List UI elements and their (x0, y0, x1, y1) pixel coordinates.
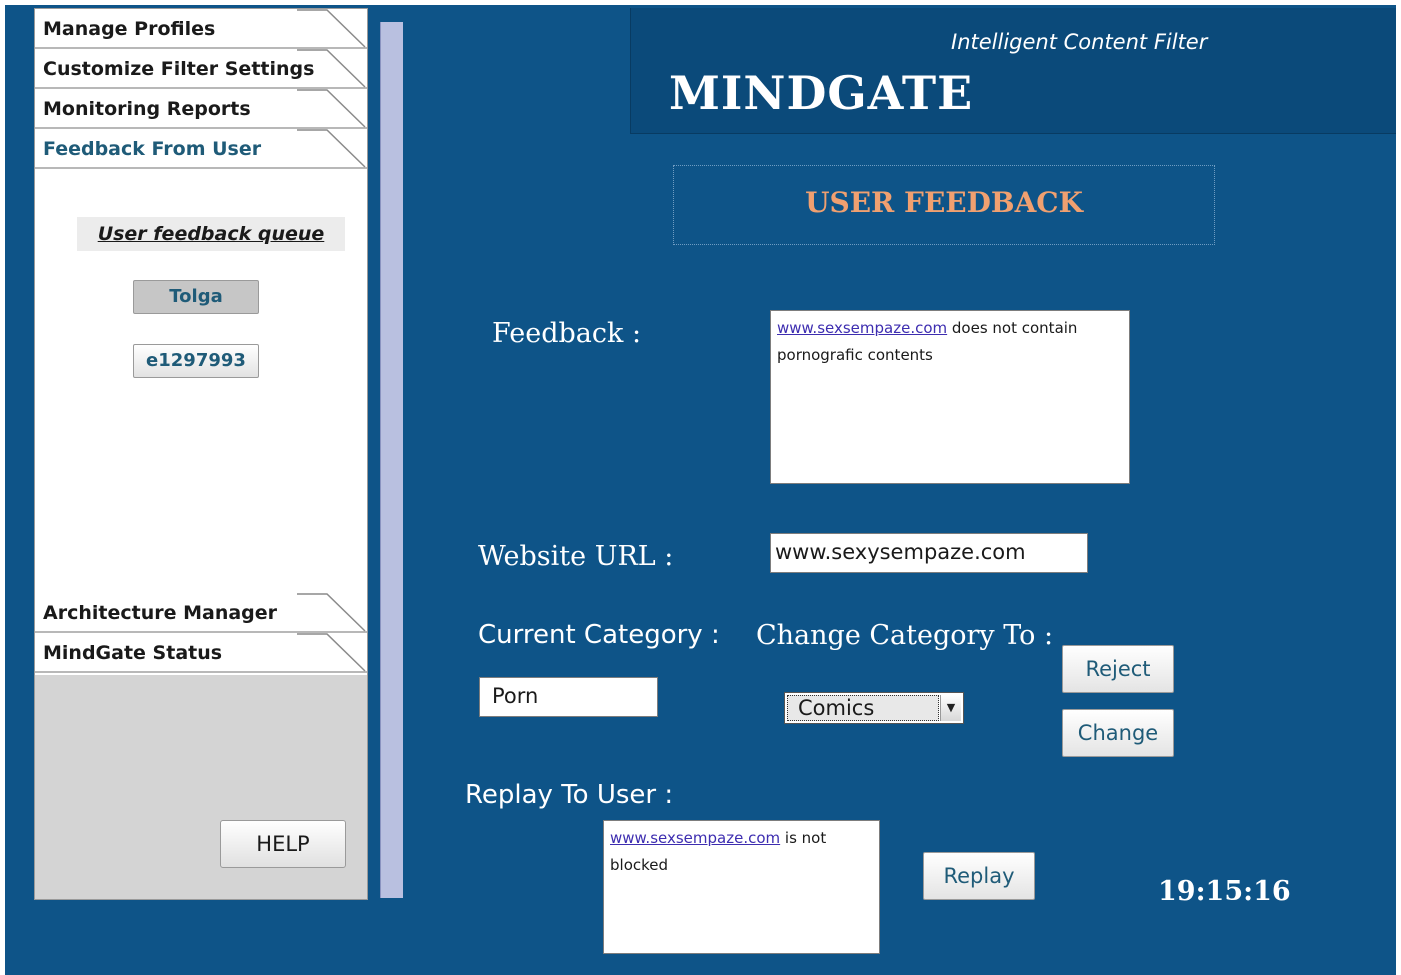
reply-url-link[interactable]: www.sexsempaze.com (610, 829, 780, 847)
tab-corner-icon (297, 633, 366, 672)
tab-monitoring-reports[interactable]: Monitoring Reports (35, 89, 367, 129)
tab-label: Feedback From User (43, 138, 262, 160)
feedback-label: Feedback : (492, 318, 642, 349)
current-category-label: Current Category : (478, 620, 720, 650)
feedback-url-link[interactable]: www.sexsempaze.com (777, 319, 947, 337)
change-button[interactable]: Change (1062, 709, 1174, 757)
brand-logo: MINDGATE (669, 66, 974, 120)
queue-item-e1297993[interactable]: e1297993 (133, 344, 259, 378)
reject-button[interactable]: Reject (1062, 645, 1174, 693)
change-category-label: Change Category To : (756, 620, 1054, 651)
page-title-box: USER FEEDBACK (673, 165, 1215, 245)
header: Intelligent Content Filter MINDGATE (630, 8, 1396, 134)
reply-textarea[interactable]: www.sexsempaze.com is not blocked (603, 820, 880, 954)
feedback-queue-title: User feedback queue (97, 223, 325, 245)
tab-corner-icon (297, 129, 366, 168)
feedback-queue-heading: User feedback queue (77, 217, 345, 251)
current-category-field[interactable]: Porn (479, 677, 658, 717)
feedback-textarea[interactable]: www.sexsempaze.com does not contain porn… (770, 310, 1130, 484)
tab-label: MindGate Status (43, 642, 223, 664)
tab-feedback-from-user[interactable]: Feedback From User (35, 129, 367, 169)
tab-architecture-manager[interactable]: Architecture Manager (35, 593, 367, 633)
chevron-down-icon[interactable]: ▼ (940, 695, 961, 721)
header-tagline: Intelligent Content Filter (951, 30, 1208, 54)
tab-corner-icon (297, 9, 366, 48)
tab-customize-filter-settings[interactable]: Customize Filter Settings (35, 49, 367, 89)
tab-corner-icon (297, 49, 366, 88)
replay-button[interactable]: Replay (923, 852, 1035, 900)
tab-corner-icon (297, 89, 366, 128)
page-title: USER FEEDBACK (805, 186, 1083, 219)
panel-divider[interactable] (380, 22, 403, 898)
sidebar: Manage Profiles Customize Filter Setting… (34, 8, 368, 900)
tab-mindgate-status[interactable]: MindGate Status (35, 633, 367, 673)
website-url-field[interactable]: www.sexysempaze.com (770, 533, 1088, 573)
tab-label: Architecture Manager (43, 602, 278, 624)
tab-manage-profiles[interactable]: Manage Profiles (35, 9, 367, 49)
help-button[interactable]: HELP (220, 820, 346, 868)
select-value: Comics (787, 695, 939, 721)
change-category-select[interactable]: Comics ▼ (784, 692, 964, 724)
tab-label: Customize Filter Settings (43, 58, 315, 80)
website-url-label: Website URL : (478, 541, 674, 572)
clock: 19:15:16 (1158, 876, 1291, 907)
tab-label: Monitoring Reports (43, 98, 251, 120)
tab-corner-icon (297, 593, 366, 632)
queue-item-tolga[interactable]: Tolga (133, 280, 259, 314)
tab-label: Manage Profiles (43, 18, 216, 40)
reply-label: Replay To User : (465, 780, 674, 810)
